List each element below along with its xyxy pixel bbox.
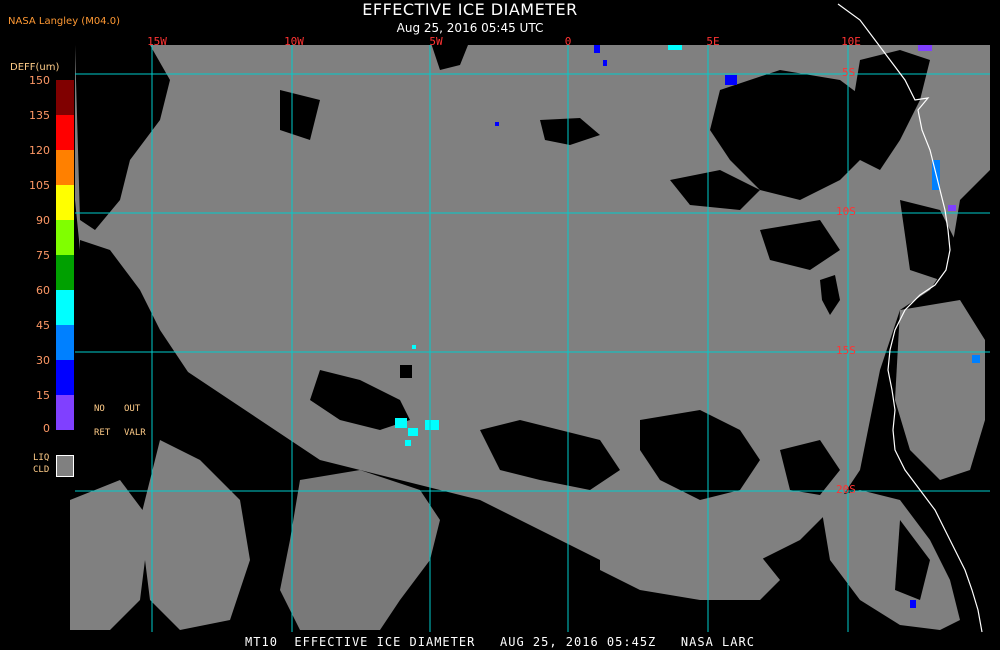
legend-swatch (56, 325, 74, 360)
legend-swatch (56, 395, 74, 430)
legend-swatch (56, 255, 74, 290)
liquid-cloud-label: LIQ (33, 453, 50, 463)
latitude-label: 20S (836, 483, 856, 496)
legend-swatch (56, 150, 74, 185)
satellite-map (0, 0, 1000, 650)
no-retrieval-label: RET (94, 428, 111, 438)
longitude-label: 10W (284, 35, 304, 48)
legend-tick: 15 (36, 389, 50, 402)
legend-tick: 90 (36, 214, 50, 227)
legend-tick: 150 (29, 74, 50, 87)
legend-tick: 60 (36, 284, 50, 297)
longitude-label: 15W (147, 35, 167, 48)
legend-swatch (56, 185, 74, 220)
legend-swatch (56, 290, 74, 325)
out-of-range-label: VALR (124, 428, 146, 438)
legend-swatch (56, 80, 74, 115)
map-timestamp: Aug 25, 2016 05:45 UTC (396, 21, 544, 35)
footer-caption: MT10 EFFECTIVE ICE DIAMETER AUG 25, 2016… (245, 635, 755, 649)
legend-tick: 45 (36, 319, 50, 332)
legend-tick: 120 (29, 144, 50, 157)
legend-title: DEFF(um) (10, 62, 60, 73)
longitude-label: 5E (706, 35, 720, 48)
longitude-label: 0 (564, 35, 572, 48)
liquid-cloud-swatch (56, 455, 74, 477)
legend-tick: 105 (29, 179, 50, 192)
legend-swatch (56, 220, 74, 255)
liquid-cloud-label: CLD (33, 465, 50, 475)
legend-tick: 75 (36, 249, 50, 262)
legend-swatch (56, 360, 74, 395)
legend-tick: 0 (43, 422, 50, 435)
out-of-range-label: OUT (124, 404, 141, 414)
data-source-credit: NASA Langley (M04.0) (8, 16, 120, 27)
latitude-label: 15S (836, 344, 856, 357)
latitude-label: 5S (842, 66, 856, 79)
legend-tick: 135 (29, 109, 50, 122)
longitude-label: 10E (841, 35, 861, 48)
latitude-label: 10S (836, 205, 856, 218)
map-title: EFFECTIVE ICE DIAMETER (362, 0, 578, 19)
legend-swatch (56, 115, 74, 150)
legend-tick: 30 (36, 354, 50, 367)
longitude-label: 5W (429, 35, 443, 48)
no-retrieval-label: NO (94, 404, 105, 414)
